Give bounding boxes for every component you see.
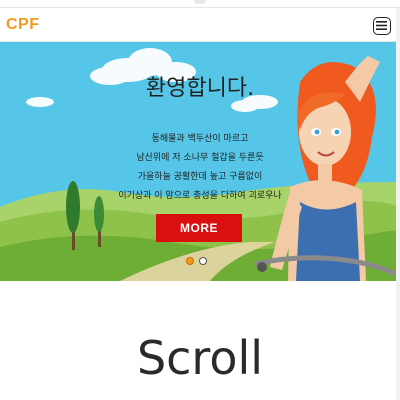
hero-text: 동해물과 백두산이 마르고 남산위에 저 소나무 철갑을 두른듯 가을하늘 공활… <box>95 130 305 206</box>
content-section: Scroll <box>0 281 400 400</box>
hero-slider: 환영합니다. 동해물과 백두산이 마르고 남산위에 저 소나무 철갑을 두른듯 … <box>0 42 400 281</box>
slide-dot-1[interactable] <box>186 257 194 265</box>
hero-line: 동해물과 백두산이 마르고 <box>151 134 249 144</box>
top-notch <box>194 0 206 4</box>
hero-title: 환영합니다. <box>145 76 255 101</box>
site-header: CPF <box>0 8 400 42</box>
hero-line: 남산위에 저 소나무 철갑을 두른듯 <box>136 153 264 163</box>
more-button[interactable]: MORE <box>156 214 242 242</box>
hero-line: 이기상과 이 맘으로 충성을 다하여 괴로우나 <box>118 191 282 201</box>
section-heading: Scroll <box>136 331 264 385</box>
hamburger-icon <box>376 21 387 30</box>
vertical-scrollbar[interactable] <box>396 8 400 400</box>
top-border <box>0 0 400 8</box>
site-logo[interactable]: CPF <box>6 16 40 34</box>
menu-button[interactable] <box>373 17 391 35</box>
hero-line: 가을하늘 공활한데 높고 구름없이 <box>137 172 263 182</box>
slide-dot-2[interactable] <box>199 257 207 265</box>
